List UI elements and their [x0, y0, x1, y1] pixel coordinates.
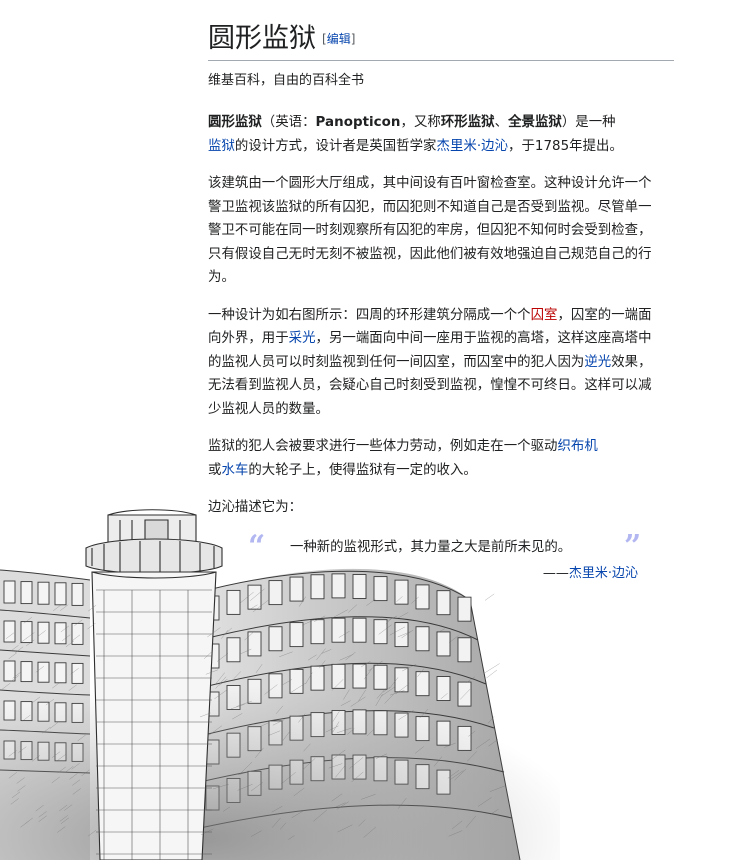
- cell-window: [54, 582, 67, 606]
- alt-term-1: 环形监狱: [440, 115, 495, 130]
- text-run: 监狱的犯人会被要求进行一些体力劳动，例如走在一个驱动: [208, 439, 558, 454]
- article-content: 圆形监狱 [编辑] 维基百科，自由的百科全书 圆形监狱（英语：Panopticon…: [208, 20, 674, 584]
- text-run: 、: [494, 115, 509, 130]
- link-loom[interactable]: 织布机: [557, 439, 597, 454]
- cell-window: [331, 617, 346, 643]
- link-backlight[interactable]: 逆光: [584, 355, 611, 370]
- open-quote-icon: “: [248, 528, 266, 564]
- cell-window: [436, 590, 451, 616]
- page-title: 圆形监狱 [编辑]: [208, 20, 674, 61]
- cell-window: [3, 620, 16, 643]
- link-prison[interactable]: 监狱: [208, 139, 235, 154]
- cell-window: [37, 581, 50, 605]
- cell-window: [394, 579, 409, 605]
- term-bold: 圆形监狱: [208, 115, 262, 130]
- link-bentham[interactable]: 杰里米·边沁: [437, 139, 509, 154]
- paragraph-layout: 一种设计为如右图所示：四周的环形建筑分隔成一个个囚室，囚室的一端面向外界，用于采…: [208, 304, 658, 422]
- edit-section: [编辑]: [322, 32, 356, 46]
- cite-prefix: ——: [542, 565, 569, 581]
- text-run: ，于1785年提出。: [508, 138, 623, 154]
- text-run: 的设计方式，设计者是英国哲学家: [234, 138, 437, 154]
- link-cell[interactable]: 囚室: [531, 308, 558, 323]
- cell-window: [352, 617, 367, 643]
- cell-window: [268, 580, 283, 606]
- title-text: 圆形监狱: [208, 23, 316, 54]
- text-run: （英语：: [261, 115, 316, 130]
- cell-window: [226, 589, 241, 615]
- link-lighting[interactable]: 采光: [289, 331, 316, 346]
- cell-window: [71, 582, 84, 606]
- edit-link[interactable]: 编辑: [327, 32, 351, 46]
- cell-window: [20, 621, 33, 644]
- text-run: 的大轮子上，使得监狱有一定的收入。: [248, 462, 477, 478]
- central-tower: [85, 509, 223, 860]
- cell-window: [20, 581, 33, 605]
- lead-paragraph: 圆形监狱（英语：Panopticon，又称环形监狱、全景监狱）是一种监狱的设计方…: [208, 111, 658, 158]
- text-run: ）是一种: [561, 115, 616, 130]
- link-cite-bentham[interactable]: 杰里米·边沁: [569, 566, 638, 581]
- site-tagline: 维基百科，自由的百科全书: [208, 73, 365, 88]
- quote-citation: ——杰里米·边沁: [208, 564, 638, 584]
- paragraph-bentham-description: 边沁描述它为：: [208, 500, 303, 515]
- paragraph-design: 该建筑由一个圆形大厅组成，其中间设有百叶窗检查室。这种设计允许一个警卫监视该监狱…: [208, 176, 652, 285]
- cell-window: [3, 580, 16, 604]
- english-term: Panopticon: [315, 115, 401, 130]
- text-run: 一种设计为如右图所示：四周的环形建筑分隔成一个个: [208, 307, 531, 323]
- cell-window: [415, 584, 430, 610]
- quote-text: 一种新的监视形式，其力量之大是前所未见的。: [290, 539, 572, 555]
- link-waterwheel[interactable]: 水车: [221, 463, 248, 478]
- alt-term-2: 全景监狱: [508, 115, 562, 130]
- hatch-stroke: [484, 593, 495, 601]
- close-quote-icon: ”: [624, 528, 642, 564]
- paragraph-labor: 监狱的犯人会被要求进行一些体力劳动，例如走在一个驱动织布机或水车的大轮子上，使得…: [208, 435, 658, 482]
- text-run: ，又称: [400, 115, 441, 130]
- text-run: 或: [208, 462, 222, 478]
- blockquote: “ 一种新的监视形式，其力量之大是前所未见的。 ”: [208, 528, 658, 564]
- cell-window: [457, 596, 472, 622]
